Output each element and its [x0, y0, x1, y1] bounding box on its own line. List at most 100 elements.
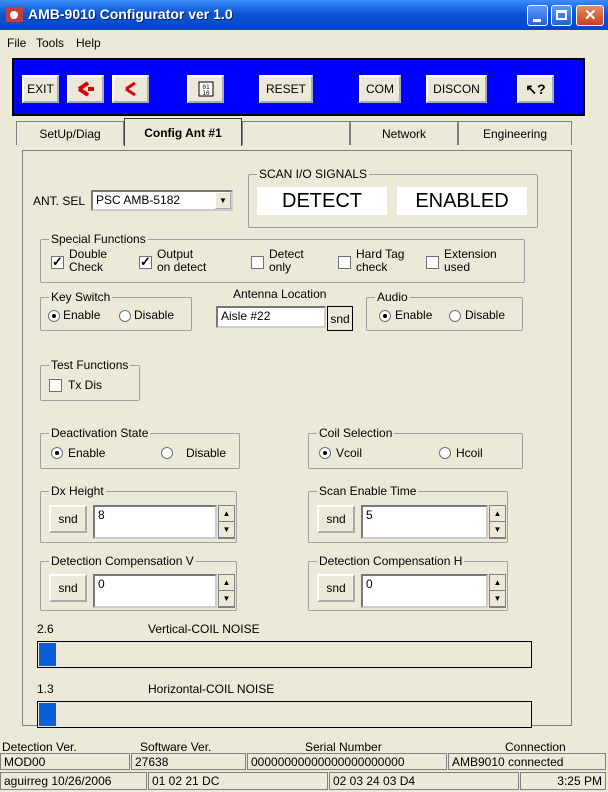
- hcoil-radio[interactable]: [439, 447, 451, 459]
- scan-enable-send-button[interactable]: snd: [317, 505, 355, 533]
- special-functions-legend: Special Functions: [49, 232, 148, 246]
- spin-up-icon[interactable]: ▲: [490, 575, 505, 591]
- vertical-noise-bar: [37, 641, 532, 668]
- key-switch-disable-radio[interactable]: [119, 310, 131, 322]
- chevron-down-icon[interactable]: ▼: [215, 192, 231, 209]
- spin-down-icon[interactable]: ▼: [219, 591, 234, 607]
- serial-number-header: Serial Number: [305, 740, 382, 754]
- connect-plug-button[interactable]: [112, 75, 149, 103]
- detect-indicator: DETECT: [257, 187, 387, 215]
- menu-file[interactable]: File: [7, 36, 26, 50]
- detection-comp-h-spinner[interactable]: ▲ ▼: [489, 574, 506, 608]
- scan-enable-input[interactable]: 5: [361, 505, 488, 539]
- serial-number-value: 00000000000000000000000: [247, 753, 447, 770]
- detection-comp-h-value: 0: [366, 577, 373, 591]
- detection-comp-v-spinner[interactable]: ▲ ▼: [218, 574, 235, 608]
- detection-comp-h-send-button[interactable]: snd: [317, 574, 355, 602]
- spin-down-icon[interactable]: ▼: [219, 522, 234, 538]
- test-functions-group: Test Functions Tx Dis: [40, 358, 140, 401]
- exit-button[interactable]: EXIT: [22, 75, 59, 103]
- discon-button[interactable]: DISCON: [426, 75, 487, 103]
- vertical-noise-fill: [39, 643, 57, 666]
- hard-tag-check-checkbox[interactable]: [338, 256, 351, 269]
- toolbar: EXIT 01 10 RESET COM DISCON ↖?: [12, 58, 585, 116]
- code2-status: 02 03 24 03 D4: [329, 772, 519, 790]
- vcoil-radio[interactable]: [319, 447, 331, 459]
- com-button[interactable]: COM: [359, 75, 401, 103]
- minimize-icon: [533, 19, 541, 22]
- key-switch-group: Key Switch Enable Disable: [40, 290, 192, 331]
- scan-enable-time-legend: Scan Enable Time: [317, 484, 419, 498]
- menu-bar: File Tools Help: [0, 30, 608, 54]
- tx-dis-checkbox[interactable]: [49, 379, 62, 392]
- output-on-detect-label: Output on detect: [157, 248, 206, 274]
- horizontal-noise-value: 1.3: [37, 682, 54, 696]
- test-functions-legend: Test Functions: [49, 358, 131, 372]
- software-ver-header: Software Ver.: [140, 740, 212, 754]
- detection-comp-v-legend: Detection Compensation V: [49, 554, 196, 568]
- scan-enable-spinner[interactable]: ▲ ▼: [489, 505, 506, 539]
- tab-strip: SetUp/Diag Config Ant #1 Network Enginee…: [12, 118, 585, 151]
- double-check-checkbox[interactable]: [51, 254, 64, 270]
- spin-down-icon[interactable]: ▼: [490, 522, 505, 538]
- detection-ver-header: Detection Ver.: [2, 740, 77, 754]
- window-title: AMB-9010 Configurator ver 1.0: [28, 6, 233, 22]
- reset-button[interactable]: RESET: [259, 75, 313, 103]
- detection-comp-h-group: Detection Compensation H snd 0 ▲ ▼: [308, 554, 508, 611]
- menu-tools[interactable]: Tools: [36, 36, 64, 50]
- tab-engineering[interactable]: Engineering: [458, 121, 572, 145]
- detect-only-label: Detect only: [269, 248, 304, 274]
- tab-network[interactable]: Network: [350, 121, 458, 145]
- title-bar: AMB-9010 Configurator ver 1.0 ✕: [0, 0, 608, 30]
- coil-selection-legend: Coil Selection: [317, 426, 395, 440]
- audio-group: Audio Enable Disable: [366, 290, 523, 331]
- antenna-location-input[interactable]: Aisle #22: [216, 306, 326, 328]
- antenna-location-send-button[interactable]: snd: [327, 306, 353, 331]
- key-switch-enable-radio[interactable]: [48, 310, 60, 322]
- help-button[interactable]: ↖?: [517, 75, 554, 103]
- detect-only-checkbox[interactable]: [251, 256, 264, 269]
- spin-up-icon[interactable]: ▲: [490, 506, 505, 522]
- software-ver-value: 27638: [131, 753, 246, 770]
- coil-selection-group: Coil Selection Vcoil Hcoil: [308, 426, 523, 469]
- antenna-location-label: Antenna Location: [233, 287, 327, 301]
- plug-icon: [124, 81, 136, 97]
- audio-enable-radio[interactable]: [379, 310, 391, 322]
- maximize-button[interactable]: [551, 5, 572, 26]
- double-check-text: Double Check: [69, 247, 108, 274]
- key-switch-enable-label: Enable: [63, 308, 101, 322]
- tab-blank[interactable]: [242, 121, 350, 145]
- detection-comp-v-send-button[interactable]: snd: [49, 574, 87, 602]
- vcoil-label: Vcoil: [336, 446, 363, 460]
- enabled-indicator: ENABLED: [397, 187, 527, 215]
- scan-io-group: SCAN I/O SIGNALS DETECT ENABLED: [248, 167, 538, 228]
- config-panel: SCAN I/O SIGNALS DETECT ENABLED ANT. SEL…: [22, 150, 572, 728]
- detection-comp-h-input[interactable]: 0: [361, 574, 488, 608]
- close-button[interactable]: ✕: [576, 5, 604, 26]
- deactivation-disable-radio[interactable]: [161, 447, 173, 459]
- spin-up-icon[interactable]: ▲: [219, 506, 234, 522]
- hcoil-label: Hcoil: [456, 446, 483, 460]
- audio-disable-radio[interactable]: [449, 310, 461, 322]
- deactivation-state-legend: Deactivation State: [49, 426, 151, 440]
- dx-height-input[interactable]: 8: [93, 505, 217, 539]
- io-button[interactable]: 01 10: [187, 75, 224, 103]
- tab-config-ant-1[interactable]: Config Ant #1: [124, 118, 242, 146]
- output-on-detect-text: Output on detect: [157, 247, 207, 274]
- spin-up-icon[interactable]: ▲: [219, 575, 234, 591]
- ant-sel-dropdown[interactable]: PSC AMB-5182 ▼: [91, 190, 233, 211]
- spin-down-icon[interactable]: ▼: [490, 591, 505, 607]
- menu-help[interactable]: Help: [76, 36, 101, 50]
- deactivation-enable-radio[interactable]: [51, 447, 63, 459]
- minimize-button[interactable]: [527, 5, 548, 26]
- detection-comp-v-input[interactable]: 0: [93, 574, 217, 608]
- dx-height-spinner[interactable]: ▲ ▼: [218, 505, 235, 539]
- output-on-detect-checkbox[interactable]: [139, 254, 152, 270]
- extension-used-checkbox[interactable]: [426, 256, 439, 269]
- dx-height-send-button[interactable]: snd: [49, 505, 87, 533]
- dx-height-legend: Dx Height: [49, 484, 106, 498]
- tx-dis-label: Tx Dis: [68, 378, 102, 392]
- detect-only-text: Detect only: [269, 247, 304, 274]
- disconnect-plug-button[interactable]: [67, 75, 104, 103]
- tab-setup-diag[interactable]: SetUp/Diag: [16, 121, 124, 145]
